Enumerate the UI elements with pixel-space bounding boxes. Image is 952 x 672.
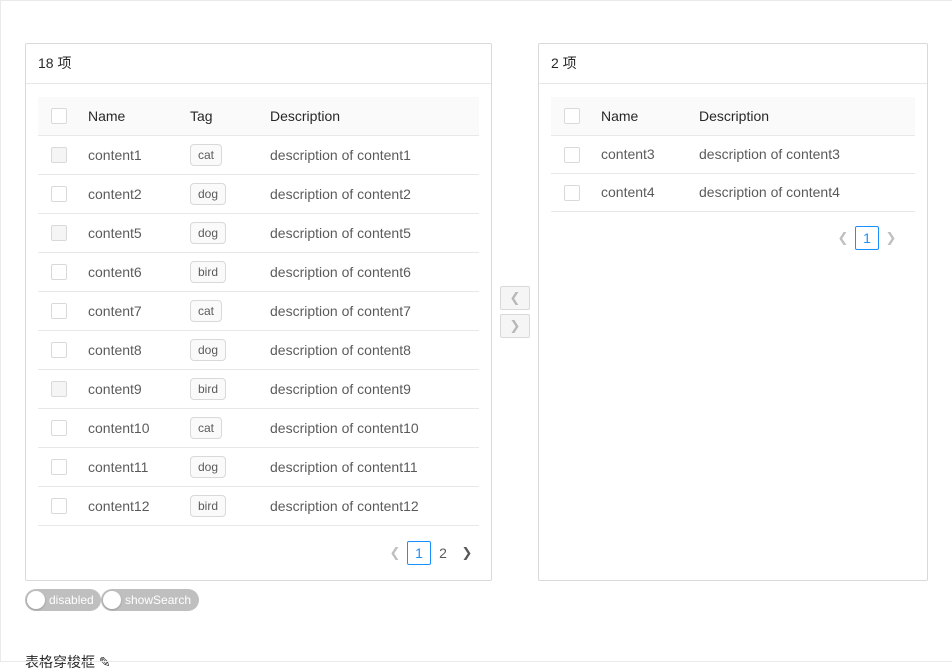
- row-name: content2: [80, 174, 182, 214]
- row-tag: cat: [190, 299, 223, 322]
- source-table: Name Tag Description content1 cat descript…: [38, 97, 479, 526]
- row-checkbox[interactable]: [51, 420, 67, 437]
- target-pagination: ❮ 1 ❯: [831, 226, 903, 250]
- switch-knob: [103, 591, 121, 609]
- table-row[interactable]: content9 bird description of content9: [38, 369, 479, 409]
- row-name: content4: [593, 173, 691, 212]
- row-checkbox: [51, 147, 67, 164]
- row-name: content8: [80, 330, 182, 370]
- table-row[interactable]: content2 dog description of content2: [38, 174, 479, 214]
- column-header-name[interactable]: Name: [593, 97, 691, 136]
- row-name: content1: [80, 135, 182, 175]
- table-row[interactable]: content12 bird description of content12: [38, 486, 479, 526]
- row-checkbox[interactable]: [51, 498, 67, 515]
- row-description: description of content3: [691, 135, 915, 174]
- page-2-button[interactable]: 2: [431, 541, 455, 565]
- row-name: content10: [80, 408, 182, 448]
- table-row[interactable]: content11 dog description of content11: [38, 447, 479, 487]
- prev-page-icon[interactable]: ❮: [831, 226, 855, 250]
- column-header-description[interactable]: Description: [691, 97, 915, 136]
- transfer-operations: ❮ ❯: [500, 286, 530, 342]
- row-checkbox[interactable]: [51, 303, 67, 320]
- row-tag: bird: [190, 494, 227, 517]
- table-row[interactable]: content6 bird description of content6: [38, 252, 479, 292]
- row-name: content7: [80, 291, 182, 331]
- row-tag: dog: [190, 338, 227, 361]
- row-name: content12: [80, 486, 182, 526]
- prev-page-icon[interactable]: ❮: [383, 541, 407, 565]
- row-checkbox[interactable]: [51, 264, 67, 281]
- row-description: description of content1: [262, 135, 479, 175]
- page-1-button[interactable]: 1: [855, 226, 879, 250]
- row-name: content6: [80, 252, 182, 292]
- target-transfer-list: 2 项 Name Description content3 description…: [538, 43, 928, 581]
- row-checkbox[interactable]: [51, 459, 67, 476]
- next-page-icon[interactable]: ❯: [455, 541, 479, 565]
- show-search-switch[interactable]: showSearch: [101, 589, 199, 611]
- move-to-left-button[interactable]: ❮: [500, 286, 530, 310]
- column-header-description[interactable]: Description: [262, 97, 479, 136]
- target-table: Name Description content3 description of …: [551, 97, 915, 212]
- row-description: description of content9: [262, 369, 479, 409]
- row-checkbox[interactable]: [51, 186, 67, 203]
- switch-knob: [27, 591, 45, 609]
- row-name: content5: [80, 213, 182, 253]
- table-row[interactable]: content4 description of content4: [551, 173, 915, 212]
- row-description: description of content4: [691, 173, 915, 212]
- select-all-checkbox[interactable]: [51, 108, 67, 125]
- row-checkbox[interactable]: [564, 184, 580, 201]
- row-checkbox[interactable]: [51, 342, 67, 359]
- row-description: description of content6: [262, 252, 479, 292]
- select-all-checkbox[interactable]: [564, 108, 580, 125]
- row-description: description of content5: [262, 213, 479, 253]
- row-tag: dog: [190, 182, 227, 205]
- row-description: description of content12: [262, 486, 479, 526]
- table-row[interactable]: content3 description of content3: [551, 135, 915, 174]
- table-row[interactable]: content10 cat description of content10: [38, 408, 479, 448]
- row-tag: bird: [190, 377, 227, 400]
- target-count-label: 2 项: [539, 44, 927, 84]
- row-tag: cat: [190, 143, 223, 166]
- row-tag: bird: [190, 260, 227, 283]
- next-page-icon[interactable]: ❯: [879, 226, 903, 250]
- column-header-tag[interactable]: Tag: [182, 97, 262, 136]
- row-description: description of content8: [262, 330, 479, 370]
- chevron-left-icon: ❮: [509, 290, 521, 305]
- row-checkbox: [51, 225, 67, 242]
- source-transfer-list: 18 项 Name Tag Description content1 cat des…: [25, 43, 492, 581]
- row-checkbox[interactable]: [564, 146, 580, 163]
- table-row[interactable]: content5 dog description of content5: [38, 213, 479, 253]
- table-header-row: Name Description: [551, 97, 915, 136]
- section-title: 表格穿梭框 ✎: [25, 654, 111, 670]
- source-pagination: ❮ 1 2 ❯: [383, 541, 479, 565]
- row-description: description of content2: [262, 174, 479, 214]
- row-tag: dog: [190, 221, 227, 244]
- row-tag: dog: [190, 455, 227, 478]
- row-description: description of content11: [262, 447, 479, 487]
- show-search-switch-label: showSearch: [125, 593, 192, 607]
- row-checkbox: [51, 381, 67, 398]
- row-description: description of content10: [262, 408, 479, 448]
- row-tag: cat: [190, 416, 223, 439]
- row-description: description of content7: [262, 291, 479, 331]
- disabled-switch-label: disabled: [49, 593, 94, 607]
- table-row[interactable]: content7 cat description of content7: [38, 291, 479, 331]
- move-to-right-button[interactable]: ❯: [500, 314, 530, 338]
- chevron-right-icon: ❯: [509, 318, 521, 333]
- disabled-switch[interactable]: disabled: [25, 589, 101, 611]
- table-row[interactable]: content8 dog description of content8: [38, 330, 479, 370]
- table-row[interactable]: content1 cat description of content1: [38, 135, 479, 175]
- row-name: content9: [80, 369, 182, 409]
- page-1-button[interactable]: 1: [407, 541, 431, 565]
- table-header-row: Name Tag Description: [38, 97, 479, 136]
- column-header-name[interactable]: Name: [80, 97, 182, 136]
- row-name: content11: [80, 447, 182, 487]
- row-name: content3: [593, 135, 691, 174]
- source-count-label: 18 项: [26, 44, 491, 84]
